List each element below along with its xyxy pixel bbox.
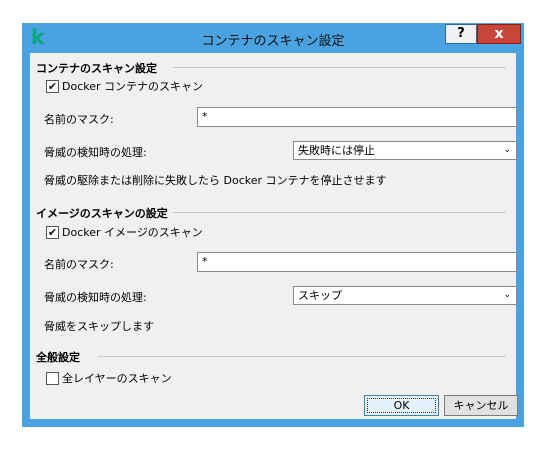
checkmark-icon: ✔ — [47, 225, 58, 239]
docker-image-scan-checkbox[interactable]: ✔ Docker イメージのスキャン — [46, 224, 203, 240]
help-button[interactable]: ? — [445, 24, 477, 44]
chevron-down-icon: ⌄ — [503, 145, 511, 155]
section-divider — [173, 212, 506, 213]
section-divider — [173, 67, 506, 68]
image-action-description: 脅威をスキップします — [44, 320, 154, 333]
container-action-select[interactable]: 失敗時には停止 ⌄ — [293, 141, 517, 160]
container-action-description: 脅威の駆除または削除に失敗したら Docker コンテナを停止させます — [44, 174, 387, 187]
section-divider — [98, 356, 506, 357]
checkbox-label: Docker コンテナのスキャン — [62, 80, 204, 93]
image-mask-input[interactable]: * — [197, 252, 517, 272]
dialog-body: コンテナのスキャン設定 ✔ Docker コンテナのスキャン 名前のマスク: *… — [30, 53, 518, 419]
image-action-select[interactable]: スキップ ⌄ — [293, 286, 517, 305]
cancel-button[interactable]: キャンセル — [444, 395, 518, 416]
checkmark-icon: ✔ — [47, 79, 58, 93]
section-title-image: イメージのスキャンの設定 — [36, 207, 168, 220]
ok-button[interactable]: OK — [364, 395, 439, 416]
checkbox-box[interactable] — [46, 371, 59, 385]
image-mask-label: 名前のマスク: — [44, 258, 114, 271]
container-action-value: 失敗時には停止 — [298, 144, 375, 157]
checkbox-box[interactable]: ✔ — [46, 225, 59, 239]
chevron-down-icon: ⌄ — [503, 290, 511, 300]
section-title-general: 全般設定 — [36, 351, 80, 364]
all-layers-scan-checkbox[interactable]: 全レイヤーのスキャン — [46, 370, 172, 386]
image-action-label: 脅威の検知時の処理: — [44, 291, 147, 304]
focus-rect — [367, 398, 436, 413]
close-button[interactable]: x — [477, 24, 521, 44]
container-mask-label: 名前のマスク: — [44, 113, 114, 126]
checkbox-box[interactable]: ✔ — [46, 79, 59, 93]
container-action-label: 脅威の検知時の処理: — [44, 146, 147, 159]
section-title-container: コンテナのスキャン設定 — [36, 62, 157, 75]
settings-dialog: k コンテナのスキャン設定 ? x コンテナのスキャン設定 ✔ Docker コ… — [22, 23, 524, 427]
title-bar: k コンテナのスキャン設定 ? x — [22, 23, 524, 53]
docker-container-scan-checkbox[interactable]: ✔ Docker コンテナのスキャン — [46, 78, 203, 94]
checkbox-label: 全レイヤーのスキャン — [62, 372, 172, 385]
container-mask-input[interactable]: * — [197, 107, 517, 127]
image-action-value: スキップ — [298, 289, 342, 302]
checkbox-label: Docker イメージのスキャン — [62, 226, 203, 239]
